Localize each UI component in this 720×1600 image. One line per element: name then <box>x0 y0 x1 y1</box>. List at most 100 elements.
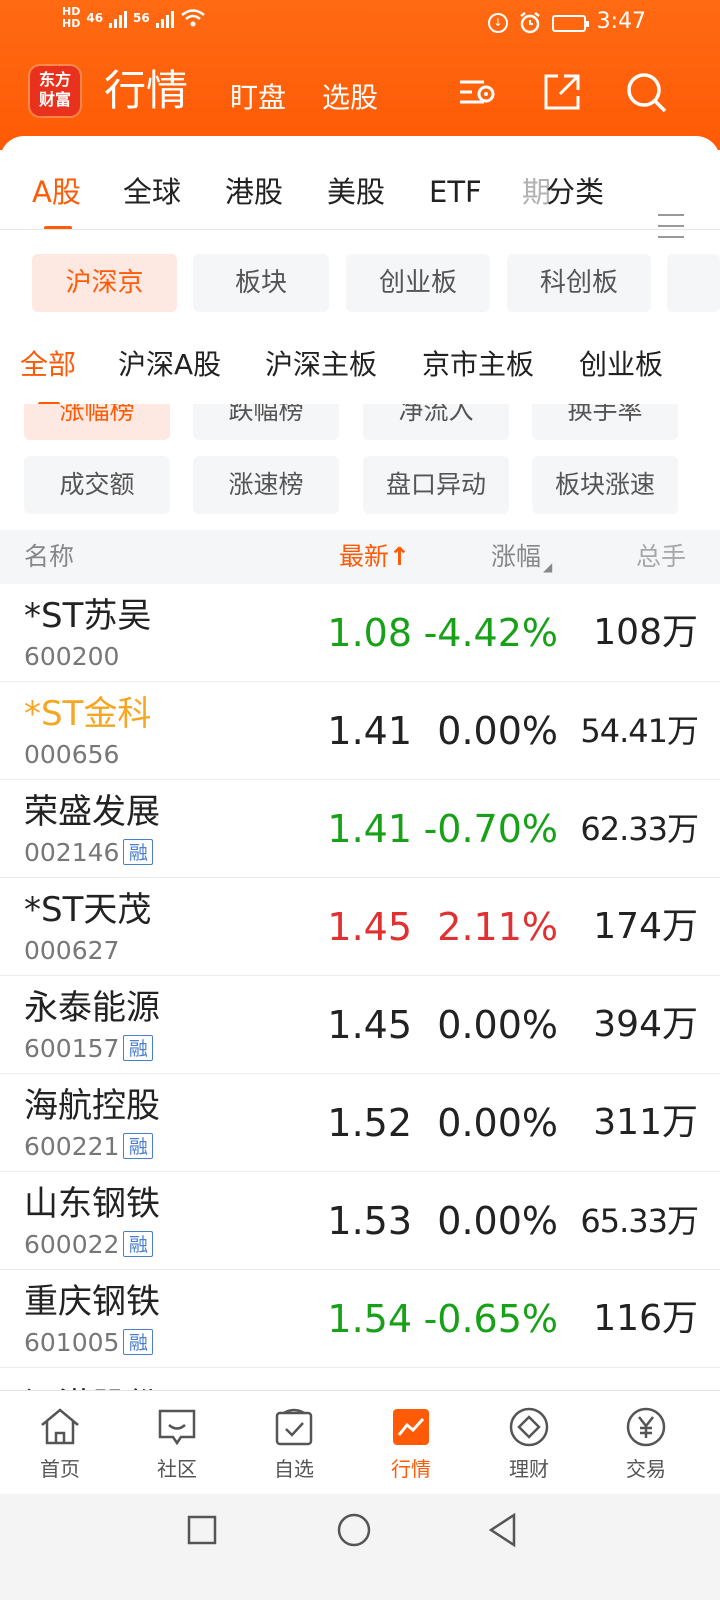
chip-more-partial[interactable] <box>667 254 720 312</box>
subtab-all[interactable]: 全部 <box>20 345 76 385</box>
tab-hk[interactable]: 港股 <box>225 172 283 212</box>
recent-apps-icon[interactable] <box>186 1514 218 1546</box>
table-row[interactable]: 荣盛发展 002146 融 1.41 -0.70% 62.33万 <box>0 780 720 878</box>
margin-badge: 融 <box>123 839 154 865</box>
nav-wealth[interactable]: 理财 <box>469 1391 589 1495</box>
nav-community[interactable]: 社区 <box>117 1391 237 1495</box>
subtab-main-board[interactable]: 沪深主板 <box>265 345 377 385</box>
rank-sector-speed[interactable]: 板块涨速 <box>532 456 678 514</box>
stock-latest-price: 1.54 <box>327 1297 412 1341</box>
share-icon[interactable] <box>540 70 584 114</box>
nav-wealth-label: 理财 <box>509 1457 549 1481</box>
stock-volume: 394万 <box>593 1004 698 1045</box>
stock-volume: 311万 <box>593 1102 698 1143</box>
stock-volume: 54.41万 <box>580 712 699 750</box>
nav-market-label: 行情 <box>391 1457 431 1481</box>
nav-trade[interactable]: 交易 <box>586 1391 706 1495</box>
stock-name: *ST天茂 <box>24 890 152 930</box>
rank-losers[interactable]: 跌幅榜 <box>193 404 339 440</box>
stock-code: 000656 <box>24 740 119 770</box>
chip-star-market[interactable]: 科创板 <box>507 254 651 312</box>
stock-latest-price: 1.45 <box>327 905 412 949</box>
col-change-label: 涨幅 <box>491 542 542 571</box>
rank-turnover[interactable]: 换手率 <box>532 404 678 440</box>
back-icon[interactable] <box>486 1512 520 1548</box>
stock-latest-price: 1.45 <box>327 1003 412 1047</box>
rank-order-anomaly[interactable]: 盘口异动 <box>363 456 509 514</box>
market-tabs: A股 全球 港股 美股 ETF 期 分类 <box>0 172 720 238</box>
stock-code: 600221 融 <box>24 1132 154 1162</box>
nav-home[interactable]: 首页 <box>0 1391 120 1495</box>
col-latest[interactable]: 最新↑ <box>339 530 410 584</box>
nav-market[interactable]: 行情 <box>351 1391 471 1495</box>
stock-volume: 116万 <box>593 1298 698 1339</box>
margin-badge: 融 <box>123 1231 154 1257</box>
chip-chinext[interactable]: 创业板 <box>346 254 490 312</box>
tab-a-shares[interactable]: A股 <box>32 172 81 212</box>
market-chart-icon <box>393 1409 429 1445</box>
subtab-bj-main[interactable]: 京市主板 <box>422 345 534 385</box>
stock-code: 600022 融 <box>24 1230 154 1260</box>
table-row[interactable]: *ST天茂 000627 1.45 2.11% 174万 <box>0 878 720 976</box>
tab-stock-picker[interactable]: 选股 <box>322 78 378 118</box>
signal-indicators: HD HD 46 56 <box>62 6 206 30</box>
tab-watch[interactable]: 盯盘 <box>230 78 286 118</box>
stock-name: 重庆钢铁 <box>24 1282 160 1322</box>
status-icons: ↓ <box>488 11 589 35</box>
tab-category[interactable]: 分类 <box>546 172 604 212</box>
stock-change-percent: -0.65% <box>423 1297 558 1341</box>
stock-volume: 108万 <box>593 612 698 653</box>
chip-sector[interactable]: 板块 <box>193 254 329 312</box>
stock-name: 山东钢铁 <box>24 1184 160 1224</box>
stock-volume: 62.33万 <box>580 810 699 848</box>
tab-etf[interactable]: ETF <box>429 172 482 212</box>
tab-global[interactable]: 全球 <box>123 172 181 212</box>
table-row[interactable]: 重庆钢铁 601005 融 1.54 -0.65% 116万 <box>0 1270 720 1368</box>
bottom-nav: 首页 社区 自选 行情 理财 交易 <box>0 1390 720 1495</box>
page-title[interactable]: 行情 <box>104 66 188 116</box>
stock-change-percent: 2.11% <box>437 905 558 949</box>
signal-bars-icon <box>109 8 128 28</box>
home-circle-icon[interactable] <box>336 1512 372 1548</box>
tab-us[interactable]: 美股 <box>327 172 385 212</box>
logo-text-line1: 东方 <box>38 70 71 89</box>
table-row[interactable]: 永泰能源 600157 融 1.45 0.00% 394万 <box>0 976 720 1074</box>
chip-shsz-bj[interactable]: 沪深京 <box>32 254 177 312</box>
subtab-chinext[interactable]: 创业板 <box>579 345 663 385</box>
stock-volume: 65.33万 <box>580 1202 699 1240</box>
stock-change-percent: 0.00% <box>437 709 558 753</box>
stock-latest-price: 1.52 <box>327 1101 412 1145</box>
settings-icon[interactable] <box>454 70 498 114</box>
stock-code-text: 000627 <box>24 936 120 965</box>
menu-icon[interactable] <box>658 214 684 238</box>
rank-speed[interactable]: 涨速榜 <box>193 456 339 514</box>
hd-label-2: HD <box>62 17 81 30</box>
nav-watchlist[interactable]: 自选 <box>234 1391 354 1495</box>
stock-code-text: 000656 <box>24 740 120 769</box>
nav-community-label: 社区 <box>157 1457 197 1481</box>
table-row[interactable]: 海航控股 600221 融 1.52 0.00% 311万 <box>0 1074 720 1172</box>
col-volume[interactable]: 总手 <box>636 530 686 584</box>
subtab-shsz-a[interactable]: 沪深A股 <box>118 345 221 385</box>
table-row[interactable]: 山东钢铁 600022 融 1.53 0.00% 65.33万 <box>0 1172 720 1270</box>
col-name[interactable]: 名称 <box>24 530 74 584</box>
stock-code: 600200 <box>24 642 119 672</box>
wealth-diamond-icon <box>509 1407 549 1447</box>
table-row[interactable]: *ST金科 000656 1.41 0.00% 54.41万 <box>0 682 720 780</box>
table-row[interactable]: *ST苏吴 600200 1.08 -4.42% 108万 <box>0 584 720 682</box>
margin-badge: 融 <box>123 1133 154 1159</box>
signal-bars-icon <box>155 8 174 28</box>
app-logo[interactable]: 东方 财富 <box>30 66 80 116</box>
header-bar: HD HD 46 56 ↓ 3:47 东方 财富 行情 盯盘 选股 <box>0 0 720 150</box>
stock-change-percent: -4.42% <box>423 611 558 655</box>
sort-triangle-icon: ◢ <box>543 560 553 574</box>
rank-gainers[interactable]: 涨幅榜 <box>24 404 170 440</box>
rank-amount[interactable]: 成交额 <box>24 456 170 514</box>
stock-code-text: 600157 <box>24 1034 120 1063</box>
search-icon[interactable] <box>624 70 668 114</box>
col-latest-label: 最新 <box>339 542 390 571</box>
stock-latest-price: 1.53 <box>327 1199 412 1243</box>
watchlist-check-icon <box>275 1408 313 1446</box>
stock-change-percent: 0.00% <box>437 1101 558 1145</box>
rank-net-inflow[interactable]: 净流入 <box>363 404 509 440</box>
